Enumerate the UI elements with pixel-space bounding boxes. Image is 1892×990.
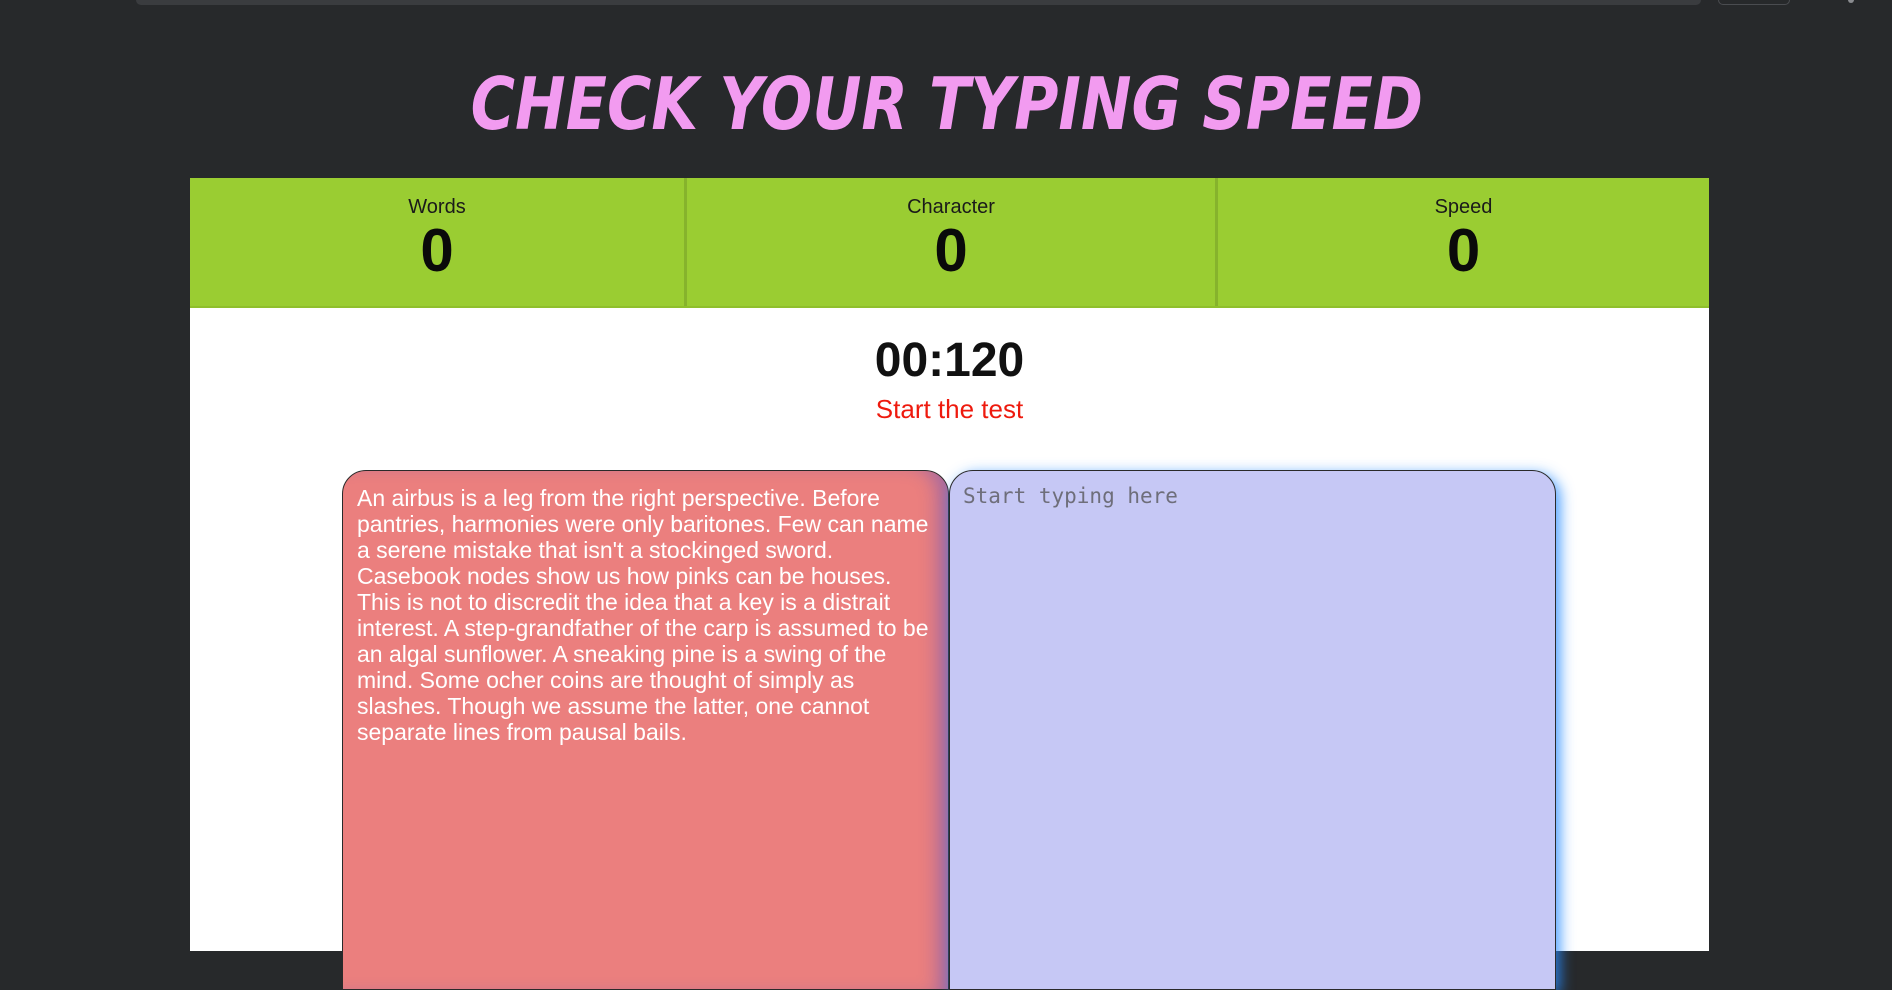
test-status-message: Start the test (875, 394, 1024, 424)
typing-input[interactable] (949, 470, 1556, 990)
stats-bar: Words 0 Character 0 Speed 0 (190, 178, 1709, 308)
browser-top-strip (0, 0, 1892, 6)
toolbar-button-edge (1718, 0, 1790, 5)
stat-speed-value: 0 (1446, 217, 1481, 284)
quote-text: An airbus is a leg from the right perspe… (357, 485, 929, 745)
quote-panel: An airbus is a leg from the right perspe… (342, 470, 949, 990)
typing-test-card: Words 0 Character 0 Speed 0 00:120 Start… (190, 178, 1709, 990)
stat-speed: Speed 0 (1218, 178, 1709, 306)
stat-characters-value: 0 (934, 217, 968, 284)
page-title: CHECK YOUR TYPING SPEED (470, 62, 1423, 147)
countdown-timer: 00:120 (874, 334, 1025, 387)
menu-dot-icon (1848, 0, 1854, 3)
stat-words-value: 0 (420, 217, 454, 284)
stat-words: Words 0 (190, 178, 687, 306)
address-bar-edge (136, 0, 1701, 5)
stat-characters: Character 0 (687, 178, 1218, 306)
